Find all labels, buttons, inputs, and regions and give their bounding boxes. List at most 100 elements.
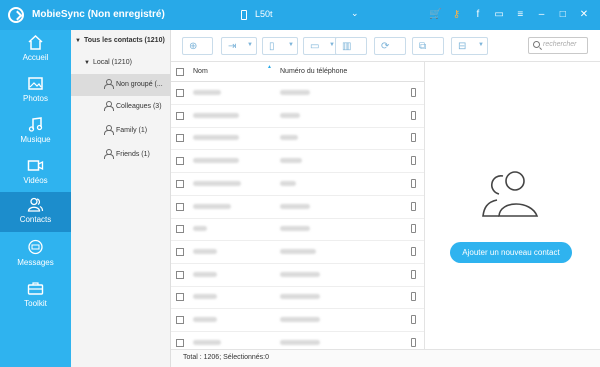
- column-header-phone[interactable]: Numéro du téléphone: [280, 68, 347, 75]
- contact-name-obscured: [193, 317, 217, 322]
- nav-messages[interactable]: Messages: [0, 235, 71, 275]
- add-contact-button[interactable]: Ajouter un nouveau contact: [450, 242, 572, 263]
- toolbox-icon: ⊟: [458, 41, 467, 52]
- nav-toolkit[interactable]: Toolkit: [0, 276, 71, 316]
- contact-phone-obscured: [280, 180, 296, 186]
- row-checkbox[interactable]: [176, 270, 184, 279]
- table-header: Nom ▲ Numéro du téléphone: [171, 62, 424, 82]
- contact-phone-obscured: [280, 248, 316, 254]
- tree-group-ungrouped[interactable]: Non groupé (...: [71, 74, 171, 96]
- table-row[interactable]: [171, 286, 424, 310]
- table-row[interactable]: [171, 309, 424, 332]
- sort-up-icon: ▲: [267, 64, 272, 70]
- import-button[interactable]: ⇥ ▼: [221, 37, 257, 55]
- table-row[interactable]: [171, 105, 424, 128]
- table-row[interactable]: [171, 264, 424, 287]
- table-row[interactable]: [171, 150, 424, 174]
- menu-icon[interactable]: ≡: [512, 6, 528, 24]
- delete-icon: ▥: [342, 41, 352, 52]
- phone-icon: [411, 110, 416, 120]
- table-row[interactable]: [171, 332, 424, 349]
- add-button[interactable]: ⊕: [182, 37, 213, 55]
- tree-group-friends[interactable]: Friends (1): [71, 144, 171, 166]
- tree-group-label: Friends (1): [116, 151, 150, 158]
- table-row[interactable]: [171, 82, 424, 105]
- row-checkbox[interactable]: [176, 111, 184, 120]
- contact-name-obscured: [193, 226, 207, 232]
- nav-photos[interactable]: Photos: [0, 71, 71, 111]
- nav-videos[interactable]: Vidéos: [0, 153, 71, 193]
- contact-name-obscured: [193, 203, 231, 209]
- nav-label: Accueil: [22, 53, 49, 62]
- nav-contacts[interactable]: Contacts: [0, 192, 71, 232]
- device-transfer-button[interactable]: ▭ ▼: [303, 37, 339, 55]
- row-checkbox[interactable]: [176, 247, 184, 256]
- minimize-icon[interactable]: –: [534, 6, 550, 24]
- column-header-name[interactable]: Nom: [193, 68, 208, 75]
- row-checkbox[interactable]: [176, 157, 184, 166]
- nav-home[interactable]: Accueil: [0, 30, 71, 70]
- phone-icon: [411, 315, 416, 324]
- triangle-down-icon: ▼: [75, 38, 81, 44]
- table-row[interactable]: [171, 241, 424, 264]
- app-title: MobieSync (Non enregistré): [32, 9, 165, 20]
- contact-name-obscured: [193, 180, 241, 186]
- tree-all-label: Tous les contacts (1210): [84, 37, 165, 44]
- close-icon[interactable]: ✕: [576, 6, 592, 24]
- tree-local[interactable]: ▼ Local (1210): [71, 52, 171, 74]
- toolbox-button[interactable]: ⊟ ▼: [451, 37, 488, 55]
- select-all-checkbox[interactable]: [176, 68, 184, 76]
- contact-phone-obscured: [280, 135, 298, 141]
- maximize-icon[interactable]: □: [555, 6, 571, 24]
- toolkit-icon: [27, 282, 44, 295]
- photo-icon: [28, 77, 43, 90]
- app-logo-icon: [8, 7, 24, 23]
- chevron-down-icon: ⌄: [351, 8, 359, 18]
- row-checkbox[interactable]: [176, 316, 184, 324]
- facebook-icon[interactable]: f: [470, 6, 486, 24]
- nav-label: Musique: [20, 135, 51, 144]
- table-row[interactable]: [171, 173, 424, 196]
- tree-group-family[interactable]: Family (1): [71, 120, 171, 142]
- messages-icon: [28, 239, 43, 255]
- contact-detail-panel: Ajouter un nouveau contact: [426, 62, 600, 349]
- table-row[interactable]: [171, 218, 424, 242]
- device-selector[interactable]: L50t ⌄: [241, 6, 359, 24]
- row-checkbox[interactable]: [176, 202, 184, 211]
- tree-all-contacts[interactable]: ▼ Tous les contacts (1210): [71, 30, 171, 52]
- row-checkbox[interactable]: [176, 338, 184, 347]
- search-placeholder: rechercher: [543, 41, 577, 48]
- table-row[interactable]: [171, 127, 424, 151]
- key-icon[interactable]: ⚷: [449, 6, 465, 24]
- video-icon: [27, 160, 44, 171]
- copy-icon: ⧉: [419, 41, 427, 52]
- refresh-button[interactable]: ⟳: [374, 37, 406, 55]
- row-checkbox[interactable]: [176, 179, 184, 188]
- phone-icon: [411, 88, 416, 97]
- row-checkbox[interactable]: [176, 293, 184, 302]
- tree-local-label: Local (1210): [93, 59, 132, 66]
- cart-icon[interactable]: 🛒: [427, 6, 443, 24]
- row-checkbox[interactable]: [176, 134, 184, 143]
- table-row[interactable]: [171, 196, 424, 219]
- contact-phone-obscured: [280, 112, 300, 118]
- search-box[interactable]: rechercher: [528, 37, 588, 54]
- triangle-down-icon: ▼: [84, 60, 90, 66]
- tree-group-colleagues[interactable]: Colleagues (3): [71, 96, 171, 118]
- nav-label: Toolkit: [24, 299, 47, 308]
- delete-button[interactable]: ▥: [335, 37, 367, 55]
- tree-group-label: Non groupé (...: [116, 81, 163, 88]
- copy-button[interactable]: ⧉: [412, 37, 444, 55]
- row-checkbox[interactable]: [176, 225, 184, 234]
- person-icon: [103, 149, 114, 159]
- dropdown-icon: ▼: [478, 42, 484, 48]
- export-button[interactable]: ▯ ▼: [262, 37, 298, 55]
- tree-group-label: Family (1): [116, 127, 148, 134]
- contact-phone-obscured: [280, 271, 320, 277]
- music-icon: [28, 117, 43, 132]
- nav-music[interactable]: Musique: [0, 112, 71, 152]
- dropdown-icon: ▼: [247, 42, 253, 48]
- chat-icon[interactable]: ▭: [491, 6, 507, 24]
- phone-icon: [411, 292, 416, 302]
- row-checkbox[interactable]: [176, 89, 184, 97]
